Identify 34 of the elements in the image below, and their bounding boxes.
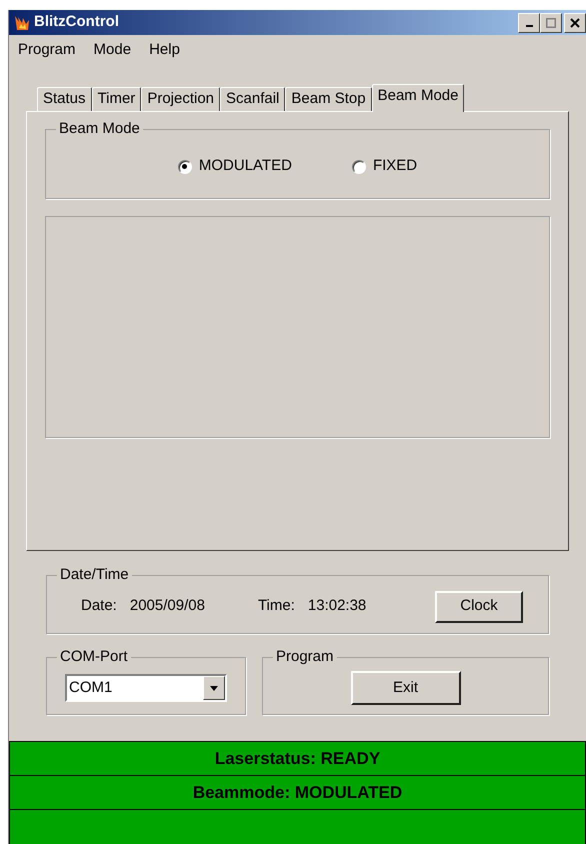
tab[interactable]: Scanfail (220, 87, 286, 111)
maximize-button[interactable] (540, 12, 562, 32)
dropdown-arrow-button[interactable] (203, 676, 225, 700)
dropdown-value: COM1 (68, 678, 114, 698)
radio-button[interactable] (178, 160, 192, 174)
tab[interactable]: Beam Mode (372, 84, 464, 112)
radio-button[interactable] (352, 160, 366, 174)
menu-item[interactable]: Help (149, 38, 180, 62)
caret-icon (210, 686, 218, 690)
close-button[interactable] (564, 12, 586, 32)
status-text: Beammode: MODULATED (192, 782, 402, 804)
window-title: BlitzControl (34, 12, 119, 32)
tab[interactable]: Beam Stop (285, 87, 372, 111)
date-value: 2005/09/08 (130, 596, 205, 616)
time-value: 13:02:38 (308, 596, 366, 616)
status-text: Laserstatus: READY (214, 748, 380, 770)
radio-option[interactable]: MODULATED (178, 155, 292, 178)
time-label: Time: (258, 596, 295, 616)
clock-button[interactable]: Clock (435, 590, 523, 622)
menu-item[interactable]: Program (18, 38, 76, 62)
radio-option[interactable]: FIXED (352, 155, 418, 178)
tab[interactable]: Projection (141, 87, 220, 111)
minimize-icon (526, 24, 532, 26)
minimize-button[interactable] (518, 12, 540, 32)
date-label: Date: (81, 596, 117, 616)
group-title: Program (273, 648, 337, 666)
close-icon (570, 18, 580, 28)
flame-icon (13, 14, 31, 32)
exit-button[interactable]: Exit (350, 671, 460, 705)
tab[interactable]: Timer (92, 87, 142, 111)
tab[interactable]: Status (37, 87, 92, 111)
maximize-icon (546, 18, 556, 28)
com-port-dropdown[interactable]: COM1 (65, 674, 227, 702)
menu-item[interactable]: Mode (94, 38, 132, 62)
